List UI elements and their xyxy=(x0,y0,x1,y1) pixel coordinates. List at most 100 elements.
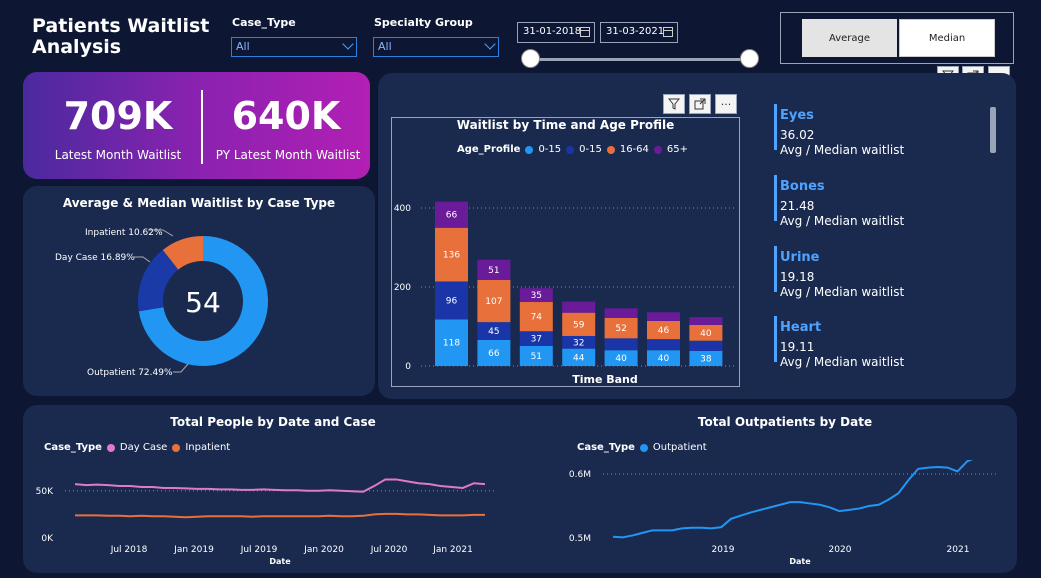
y-tick-label: 0 xyxy=(405,362,411,372)
y-tick-label: 50K xyxy=(36,487,54,497)
bar-chart[interactable]: 0 200 400 118 96 136 66 66 45 107 51 51 37 74 35 44 32 59… xyxy=(391,117,740,387)
bar-data-label: 38 xyxy=(700,354,712,364)
chevron-down-icon xyxy=(342,38,354,50)
side-item-sub: Avg / Median waitlist xyxy=(780,285,905,299)
line1-legend-title: Case_Type xyxy=(44,442,102,453)
donut-center-value: 54 xyxy=(185,286,221,319)
side-item-marker xyxy=(774,104,777,150)
x-tick-label: Jul 2018 xyxy=(110,545,148,555)
date-slider-track[interactable] xyxy=(530,58,750,61)
bar-data-label: 35 xyxy=(531,291,542,301)
bar-segment[interactable] xyxy=(689,340,723,351)
side-item-marker xyxy=(774,246,777,292)
bar-data-label: 40 xyxy=(658,354,670,364)
bar-segment[interactable] xyxy=(604,338,638,351)
bar-data-label: 66 xyxy=(488,349,500,359)
bar-xlabel: Time Band xyxy=(572,373,638,386)
legend-dot xyxy=(172,443,181,452)
specialty-group-value: All xyxy=(378,40,392,53)
case-type-label: Case_Type xyxy=(232,16,296,29)
case-type-value: All xyxy=(236,40,250,53)
calendar-icon xyxy=(663,27,673,37)
line2-legend-title: Case_Type xyxy=(577,442,635,453)
line2-xlabel: Date xyxy=(789,557,811,566)
legend-item[interactable]: Inpatient xyxy=(185,442,230,453)
case-type-dropdown[interactable]: All xyxy=(231,37,357,57)
bar-data-label: 51 xyxy=(531,352,542,362)
x-tick-label: Jul 2019 xyxy=(240,545,278,555)
x-tick-label: Jan 2021 xyxy=(432,545,473,555)
calendar-icon xyxy=(580,27,590,37)
donut-label-daycase: Day Case 16.89% xyxy=(55,253,135,263)
average-button[interactable]: Average xyxy=(802,19,897,57)
measure-toggle: Average Median xyxy=(780,12,1014,64)
bar-data-label: 44 xyxy=(573,353,585,363)
bar-data-label: 96 xyxy=(446,296,458,306)
bar-data-label: 46 xyxy=(658,326,670,336)
bar-data-label: 32 xyxy=(573,338,584,348)
donut-chart[interactable]: 54 Inpatient 10.62% Day Case 16.89% Outp… xyxy=(23,186,375,396)
y-tick-label: 0.5M xyxy=(569,534,591,544)
bar-data-label: 136 xyxy=(443,251,460,261)
x-tick-label: Jul 2020 xyxy=(370,545,408,555)
date-to-input[interactable]: 31-03-2021 xyxy=(600,22,678,43)
filter-icon[interactable] xyxy=(663,94,685,114)
focus-mode-icon[interactable] xyxy=(689,94,711,114)
legend-dot xyxy=(639,443,648,452)
x-tick-label: 2021 xyxy=(947,545,970,555)
donut-label-outpatient: Outpatient 72.49% xyxy=(87,368,173,378)
y-tick-label: 200 xyxy=(394,283,411,293)
median-button[interactable]: Median xyxy=(899,19,995,57)
series-line-inpatient[interactable] xyxy=(75,512,485,519)
side-item-sub: Avg / Median waitlist xyxy=(780,143,905,157)
line2-title: Total Outpatients by Date xyxy=(697,415,873,429)
bar-segment[interactable] xyxy=(647,339,680,351)
side-item-heart: Heart 19.11 Avg / Median waitlist xyxy=(780,320,904,369)
side-item-value: 19.18 xyxy=(780,270,815,284)
date-slider-start-handle[interactable] xyxy=(521,49,540,68)
side-item-sub: Avg / Median waitlist xyxy=(780,214,905,228)
x-tick-label: Jan 2020 xyxy=(303,545,344,555)
side-item-value: 21.48 xyxy=(780,199,815,213)
legend-item[interactable]: Day Case xyxy=(120,442,167,453)
line1-chart[interactable]: 0K 50K Jul 2018 Jan 2019 Jul 2019 Jan 2020 Jul… xyxy=(23,460,503,570)
side-list-scrollbar[interactable] xyxy=(990,107,996,153)
specialty-group-dropdown[interactable]: All xyxy=(373,37,499,57)
bar-data-label: 107 xyxy=(485,297,502,307)
series-line-outpatient[interactable] xyxy=(612,460,987,539)
side-item-name: Eyes xyxy=(780,108,814,123)
chevron-down-icon xyxy=(484,38,496,50)
more-options-icon[interactable]: ··· xyxy=(715,94,737,114)
bar-data-label: 66 xyxy=(446,211,458,221)
legend-item[interactable]: Outpatient xyxy=(653,442,707,453)
legend-dot xyxy=(106,443,115,452)
bar-data-label: 40 xyxy=(700,329,712,339)
bar-segment[interactable] xyxy=(562,301,596,313)
bar-segment[interactable] xyxy=(647,312,680,321)
line1-xlabel: Date xyxy=(269,557,291,566)
bar-segment[interactable] xyxy=(604,308,638,318)
date-from-value: 31-01-2018 xyxy=(523,26,582,37)
bar-data-label: 74 xyxy=(531,313,543,323)
x-tick-label: 2020 xyxy=(829,545,852,555)
side-item-value: 19.11 xyxy=(780,340,815,354)
bar-segment[interactable] xyxy=(689,317,723,325)
line2-chart[interactable]: 0.5M 0.6M 2019 2020 2021 Date xyxy=(535,460,1005,570)
y-tick-label: 0K xyxy=(41,534,54,544)
y-tick-label: 400 xyxy=(394,204,411,214)
side-item-name: Bones xyxy=(780,179,825,194)
date-from-input[interactable]: 31-01-2018 xyxy=(517,22,595,43)
bar-data-label: 52 xyxy=(615,324,626,334)
side-item-bones: Bones 21.48 Avg / Median waitlist xyxy=(780,179,904,228)
bar-data-label: 37 xyxy=(531,335,542,345)
bar-data-label: 45 xyxy=(488,327,499,337)
side-item-marker xyxy=(774,175,777,221)
latest-month-label: Latest Month Waitlist xyxy=(54,148,182,162)
line2-legend: Case_Type Outpatient xyxy=(577,442,707,453)
side-item-name: Heart xyxy=(780,320,822,335)
series-line-day-case[interactable] xyxy=(74,478,486,493)
side-item-name: Urine xyxy=(780,250,820,265)
page-title-line1: Patients Waitlist xyxy=(32,15,210,37)
line1-title: Total People by Date and Case xyxy=(170,415,376,429)
date-slider-end-handle[interactable] xyxy=(740,49,759,68)
